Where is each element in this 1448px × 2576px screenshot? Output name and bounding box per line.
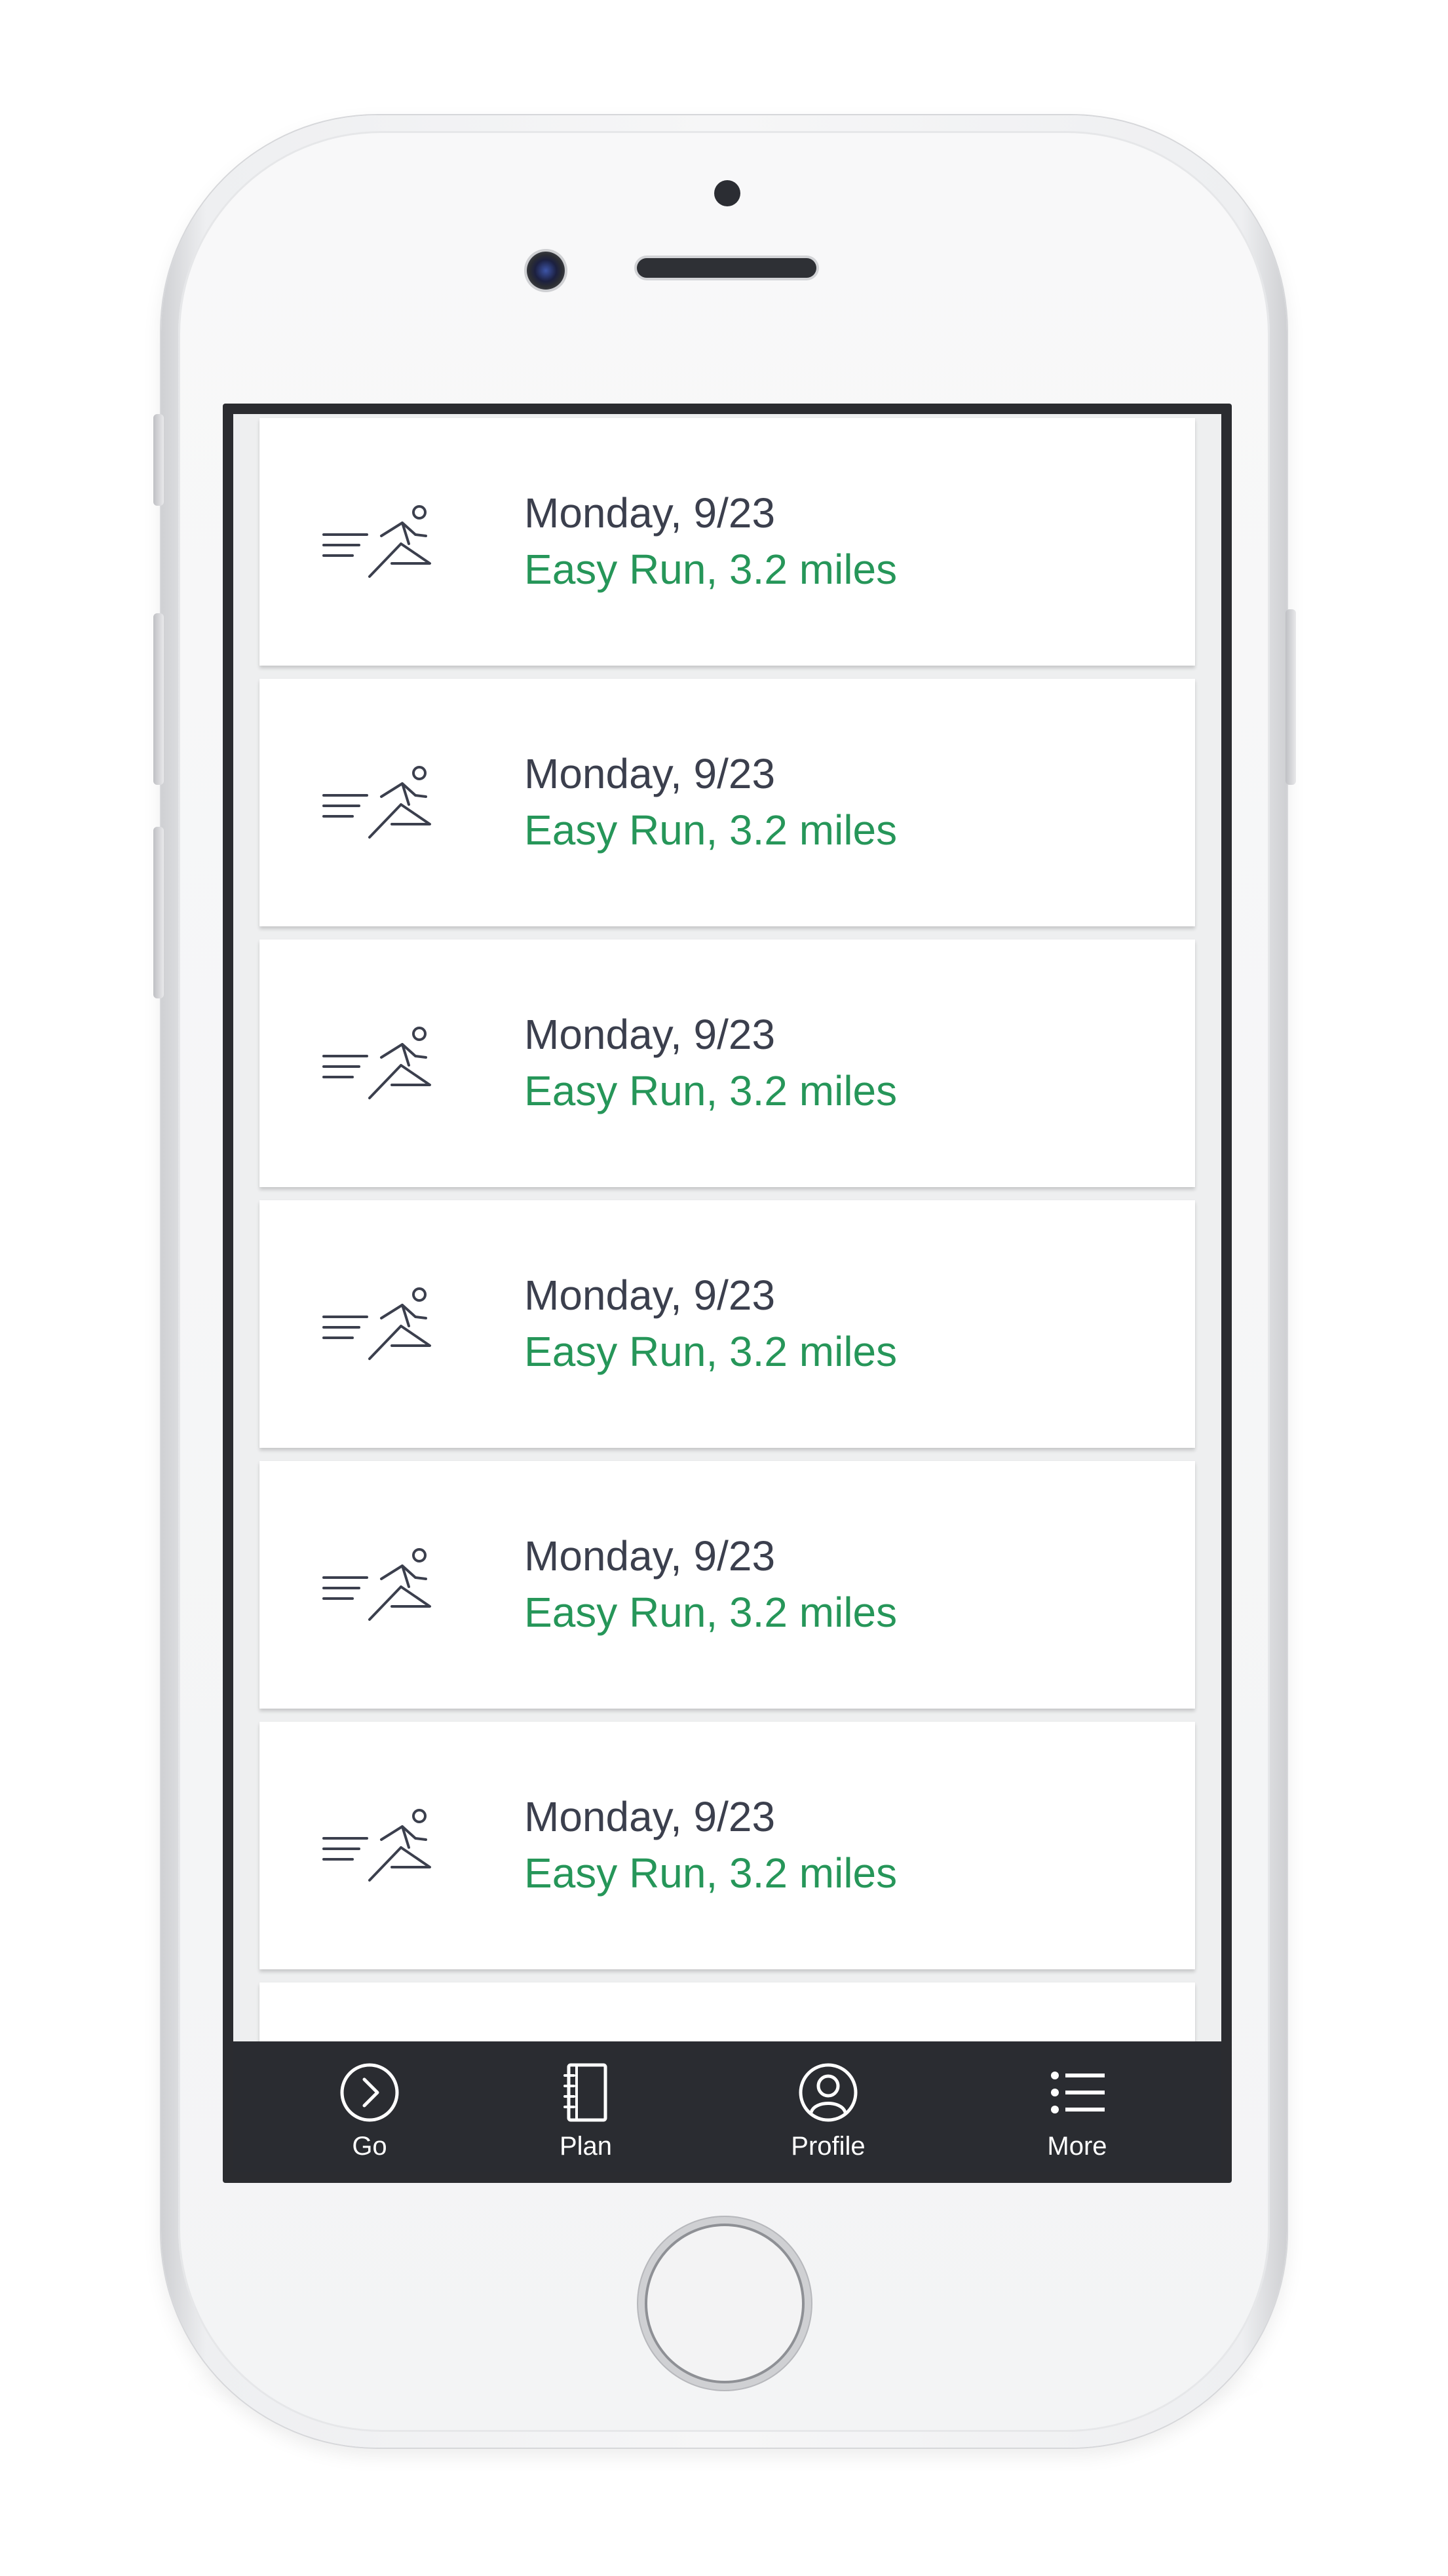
tab-more[interactable]: More xyxy=(999,2041,1156,2172)
tab-profile[interactable]: Profile xyxy=(750,2041,907,2172)
silent-switch xyxy=(153,414,164,506)
run-date: Monday, 9/23 xyxy=(524,750,776,797)
run-description: Easy Run, 3.2 miles xyxy=(524,1589,898,1636)
run-description: Easy Run, 3.2 miles xyxy=(524,1067,898,1114)
run-description: Easy Run, 3.2 miles xyxy=(524,806,898,854)
run-card[interactable]: Monday, 9/23 Easy Run, 3.2 miles xyxy=(259,1722,1195,1969)
list-icon xyxy=(1051,2072,1105,2113)
power-button xyxy=(1286,609,1296,785)
run-date: Monday, 9/23 xyxy=(524,1011,776,1058)
volume-down-button xyxy=(153,827,164,998)
run-card[interactable]: Monday, 9/23 Easy Run, 3.2 miles xyxy=(259,1461,1195,1709)
run-card[interactable]: Monday, 9/23 Easy Run, 3.2 miles xyxy=(259,418,1195,666)
run-card[interactable]: Monday, 9/23 Easy Run, 3.2 miles xyxy=(259,939,1195,1187)
tab-plan[interactable]: Plan xyxy=(507,2041,664,2172)
run-description: Easy Run, 3.2 miles xyxy=(524,1328,898,1375)
runner-icon xyxy=(322,1548,431,1621)
home-button[interactable] xyxy=(638,2217,811,2390)
tab-plan-label: Plan xyxy=(559,2132,613,2161)
run-date: Monday, 9/23 xyxy=(524,1793,776,1840)
run-date: Monday, 9/23 xyxy=(524,489,776,537)
earpiece-speaker xyxy=(637,258,816,278)
runner-icon xyxy=(322,1809,431,1882)
run-card[interactable]: Monday, 9/23 Easy Run, 3.2 miles xyxy=(259,1200,1195,1448)
run-card[interactable]: Monday, 9/23 Easy Run, 3.2 miles xyxy=(259,679,1195,926)
mockup-page: Monday, 9/23 Easy Run, 3.2 miles Monday, 9… xyxy=(0,0,1448,2576)
run-description: Easy Run, 3.2 miles xyxy=(524,1849,898,1897)
volume-up-button xyxy=(153,613,164,785)
runner-icon xyxy=(322,1287,431,1360)
tab-go[interactable]: Go xyxy=(291,2041,448,2172)
proximity-sensor xyxy=(714,180,740,206)
run-date: Monday, 9/23 xyxy=(524,1532,776,1580)
run-date: Monday, 9/23 xyxy=(524,1272,776,1319)
profile-icon xyxy=(799,2063,858,2122)
notebook-icon xyxy=(563,2063,607,2122)
app-screen: Monday, 9/23 Easy Run, 3.2 miles Monday, 9… xyxy=(233,414,1221,2172)
runner-icon xyxy=(322,766,431,839)
go-chevron-icon xyxy=(340,2063,399,2122)
tab-more-label: More xyxy=(1047,2132,1107,2161)
run-description: Easy Run, 3.2 miles xyxy=(524,546,898,593)
runner-icon xyxy=(322,1027,431,1099)
tab-profile-label: Profile xyxy=(791,2132,866,2161)
tab-bar: Go Plan Profile More xyxy=(233,2041,1221,2172)
front-camera xyxy=(527,252,565,290)
tab-go-label: Go xyxy=(352,2132,387,2161)
runner-icon xyxy=(322,505,431,578)
